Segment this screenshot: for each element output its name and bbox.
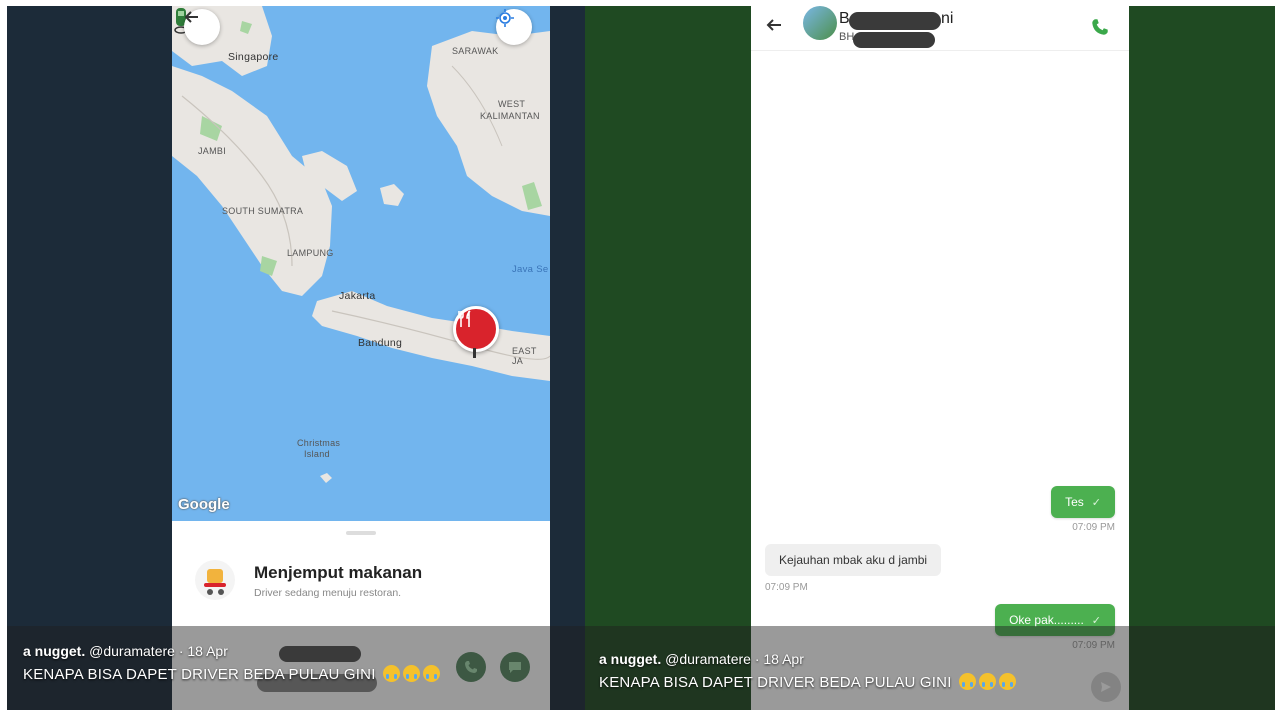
sheet-handle[interactable] bbox=[346, 531, 376, 535]
redaction-bar bbox=[853, 32, 935, 48]
map-label-jambi: JAMBI bbox=[198, 146, 227, 156]
chat-phone-screen: B ni BH Tes ✓ 07:09 PM Kejauhan mbak aku … bbox=[751, 6, 1129, 710]
tweet-text: KENAPA BISA DAPET DRIVER BEDA PULAU GINI bbox=[23, 666, 376, 683]
contact-name-end: ni bbox=[941, 10, 954, 27]
map-label-java-sea: Java Se bbox=[512, 264, 549, 275]
map-label-south-sumatra: SOUTH SUMATRA bbox=[222, 206, 304, 216]
tweet-display-name[interactable]: a nugget. bbox=[599, 651, 661, 667]
crying-emoji-icon bbox=[422, 665, 440, 682]
tweet-separator: · bbox=[178, 643, 184, 659]
contact-avatar[interactable] bbox=[803, 6, 837, 40]
map-label-island: Island bbox=[304, 449, 330, 459]
arrow-left-icon bbox=[184, 11, 198, 23]
chat-header: B ni BH bbox=[751, 6, 1129, 51]
map-label-kalimantan: KALIMANTAN bbox=[480, 111, 540, 121]
pin-stem bbox=[473, 348, 476, 358]
crying-emoji-icon bbox=[382, 665, 400, 682]
tweet-meta-right: a nugget. @duramatere · 18 Apr bbox=[599, 651, 804, 667]
crying-emoji-icon bbox=[958, 673, 976, 690]
phone-icon[interactable] bbox=[1091, 18, 1109, 36]
redaction-bar bbox=[849, 12, 941, 30]
tweet-date[interactable]: 18 Apr bbox=[187, 643, 227, 659]
map-label-sarawak: SARAWAK bbox=[452, 46, 499, 56]
map-label-east-java: EAST JA bbox=[512, 346, 537, 366]
map-label-bandung: Bandung bbox=[358, 337, 403, 349]
tweet-meta-left: a nugget. @duramatere · 18 Apr bbox=[23, 643, 228, 659]
food-pickup-icon bbox=[195, 560, 235, 600]
tweet-separator: · bbox=[754, 651, 760, 667]
google-logo: Google bbox=[178, 496, 230, 513]
map-view[interactable]: Singapore JAMBI SOUTH SUMATRA LAMPUNG Ja… bbox=[172, 6, 550, 521]
tweet-handle[interactable]: @duramatere bbox=[665, 651, 751, 667]
message-text: Kejauhan mbak aku d jambi bbox=[779, 553, 928, 567]
map-phone-screen: Singapore JAMBI SOUTH SUMATRA LAMPUNG Ja… bbox=[172, 6, 550, 710]
map-label-jakarta: Jakarta bbox=[339, 290, 376, 302]
tweet-display-name[interactable]: a nugget. bbox=[23, 643, 85, 659]
check-icon: ✓ bbox=[1091, 497, 1101, 509]
message-time: 07:09 PM bbox=[1072, 522, 1115, 533]
tweet-text: KENAPA BISA DAPET DRIVER BEDA PULAU GINI bbox=[599, 674, 952, 691]
right-screenshot-panel: B ni BH Tes ✓ 07:09 PM Kejauhan mbak aku … bbox=[585, 6, 1275, 710]
message-text: Oke pak......... bbox=[1009, 613, 1084, 627]
status-title: Menjemput makanan bbox=[254, 563, 423, 582]
crying-emoji-icon bbox=[998, 673, 1016, 690]
tweet-date[interactable]: 18 Apr bbox=[763, 651, 803, 667]
tweet-handle[interactable]: @duramatere bbox=[89, 643, 175, 659]
arrow-left-icon[interactable] bbox=[765, 16, 783, 34]
contact-subtitle: BH bbox=[839, 31, 855, 43]
tweet-text-left: KENAPA BISA DAPET DRIVER BEDA PULAU GINI bbox=[23, 665, 440, 683]
locate-button[interactable] bbox=[496, 9, 532, 45]
crosshair-icon bbox=[496, 9, 514, 27]
map-label-lampung: LAMPUNG bbox=[287, 248, 334, 258]
map-label-west: WEST bbox=[498, 99, 526, 109]
status-subtitle: Driver sedang menuju restoran. bbox=[254, 587, 402, 599]
crying-emoji-icon bbox=[402, 665, 420, 682]
map-land-shapes bbox=[172, 6, 550, 483]
message-text: Tes bbox=[1065, 495, 1084, 509]
chat-message-outgoing[interactable]: Tes ✓ bbox=[1051, 486, 1115, 518]
crying-emoji-icon bbox=[978, 673, 996, 690]
fork-knife-icon bbox=[458, 310, 471, 327]
map-label-christmas: Christmas bbox=[297, 438, 341, 448]
redaction-bar bbox=[279, 646, 361, 662]
left-screenshot-panel: Singapore JAMBI SOUTH SUMATRA LAMPUNG Ja… bbox=[7, 6, 585, 710]
chat-message-incoming[interactable]: Kejauhan mbak aku d jambi bbox=[765, 544, 942, 576]
message-time: 07:09 PM bbox=[765, 582, 808, 593]
restaurant-pin[interactable] bbox=[453, 306, 499, 352]
map-label-singapore: Singapore bbox=[228, 51, 279, 63]
back-button[interactable] bbox=[184, 9, 220, 45]
caption-band-right bbox=[585, 626, 1275, 710]
tweet-text-right: KENAPA BISA DAPET DRIVER BEDA PULAU GINI bbox=[599, 673, 1016, 691]
